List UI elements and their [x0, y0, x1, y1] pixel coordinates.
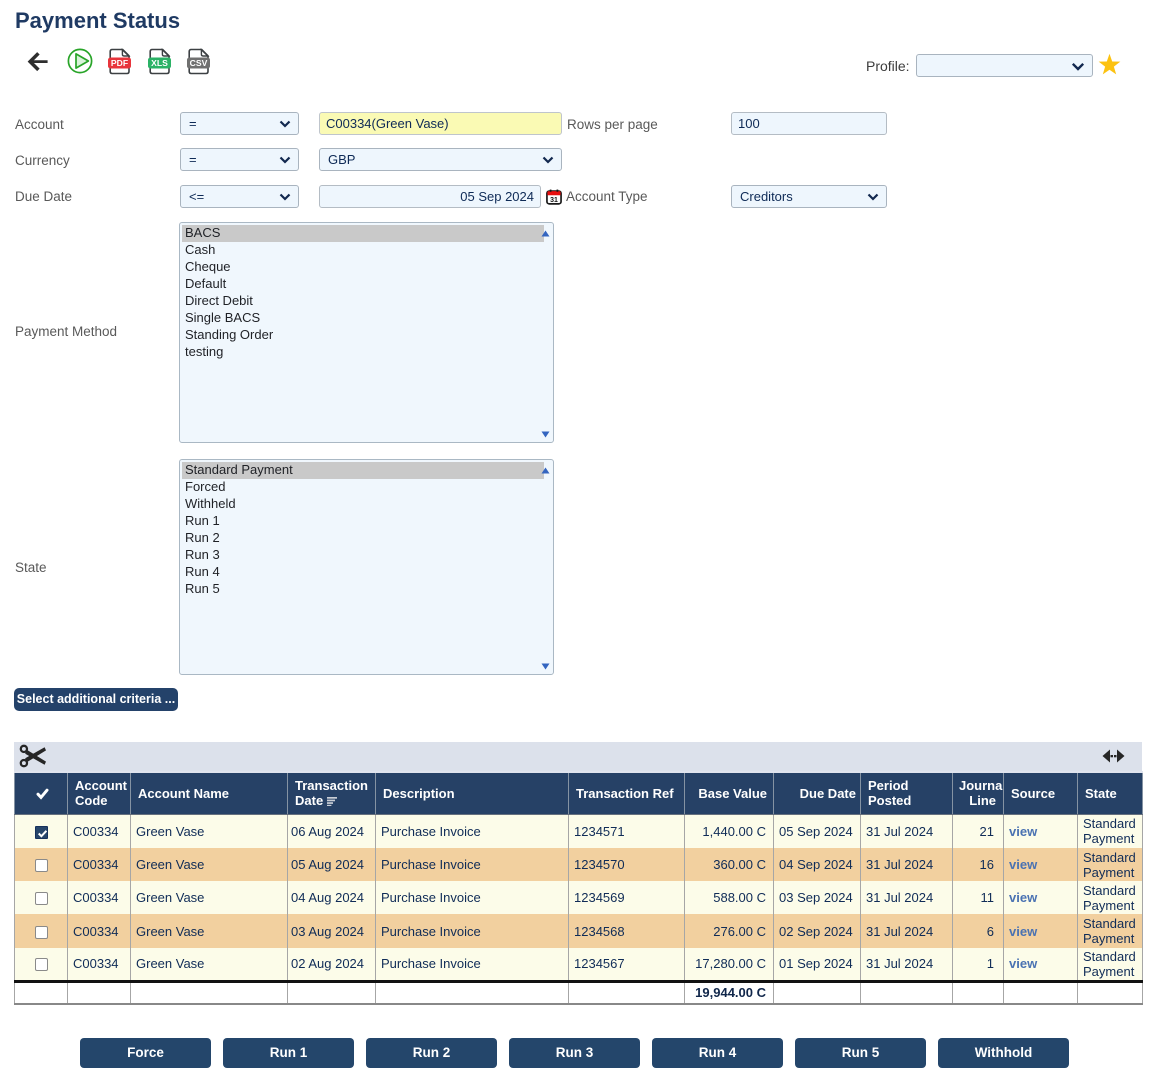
svg-text:XLS: XLS: [151, 58, 168, 68]
svg-text:31: 31: [550, 197, 558, 204]
svg-text:PDF: PDF: [111, 58, 128, 68]
svg-text:CSV: CSV: [190, 58, 208, 68]
